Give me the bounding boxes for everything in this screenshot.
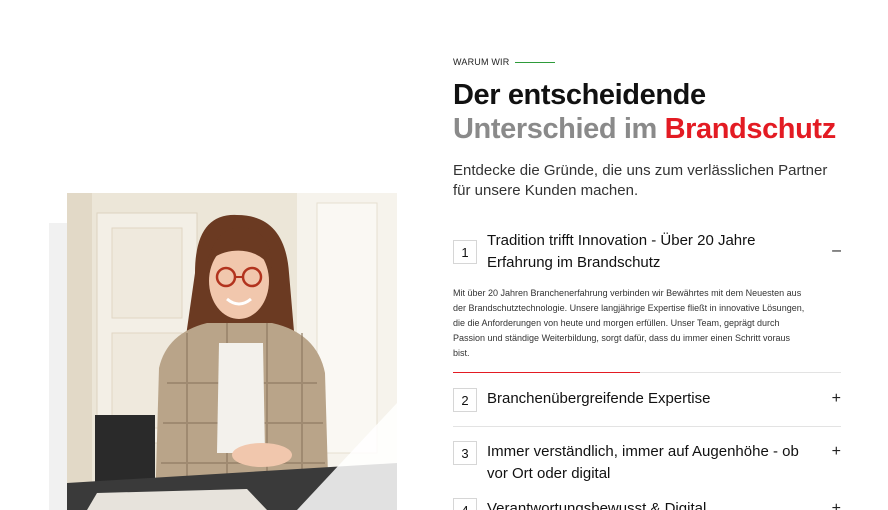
accordion-number: 1 [453, 240, 477, 264]
section-headline: Der entscheidende Unterschied im Brandsc… [453, 78, 843, 146]
accordion-divider [453, 426, 841, 427]
expand-icon[interactable]: + [821, 441, 841, 463]
accordion-body-1: Mit über 20 Jahren Branchenerfahrung ver… [453, 288, 805, 358]
expand-icon[interactable]: + [821, 388, 841, 410]
accordion-item-3[interactable]: 3 Immer verständlich, immer auf Augenhöh… [453, 441, 841, 485]
accordion-divider [453, 372, 841, 373]
headline-line-2-accent: Brandschutz [664, 113, 837, 145]
accordion-number: 3 [453, 441, 477, 465]
accordion-header-3[interactable]: 3 Immer verständlich, immer auf Augenhöh… [453, 441, 841, 485]
eyebrow: WARUM WIR [453, 57, 556, 67]
eyebrow-line [515, 61, 556, 63]
accordion-item-1[interactable]: 1 Tradition trifft Innovation - Über 20 … [453, 230, 841, 361]
headline-line-1: Der entscheidende [453, 79, 706, 111]
accordion-title[interactable]: Immer verständlich, immer auf Augenhöhe … [487, 441, 821, 485]
accordion-header-4[interactable]: 4 Verantwortungsbewusst & Digital + [453, 498, 841, 510]
accordion-number: 2 [453, 388, 477, 412]
eyebrow-label: WARUM WIR [453, 57, 510, 67]
accordion-number: 4 [453, 498, 477, 510]
accordion-item-2[interactable]: 2 Branchenübergreifende Expertise + [453, 388, 841, 412]
accordion-header-2[interactable]: 2 Branchenübergreifende Expertise + [453, 388, 841, 412]
accordion-header-1[interactable]: 1 Tradition trifft Innovation - Über 20 … [453, 230, 841, 274]
accordion-title[interactable]: Verantwortungsbewusst & Digital [487, 498, 821, 510]
accordion-item-4[interactable]: 4 Verantwortungsbewusst & Digital + [453, 498, 841, 510]
collapse-icon[interactable]: – [821, 240, 841, 262]
expand-icon[interactable]: + [821, 498, 841, 510]
headline-line-2-gray: Unterschied im [453, 113, 665, 145]
section-intro: Entdecke die Gründe, die uns zum verläss… [453, 162, 828, 199]
accordion-title[interactable]: Branchenübergreifende Expertise [487, 388, 821, 410]
woman-at-desk-photo [67, 193, 397, 510]
accordion-progress-bar [453, 372, 640, 373]
accordion-title[interactable]: Tradition trifft Innovation - Über 20 Ja… [487, 230, 821, 274]
